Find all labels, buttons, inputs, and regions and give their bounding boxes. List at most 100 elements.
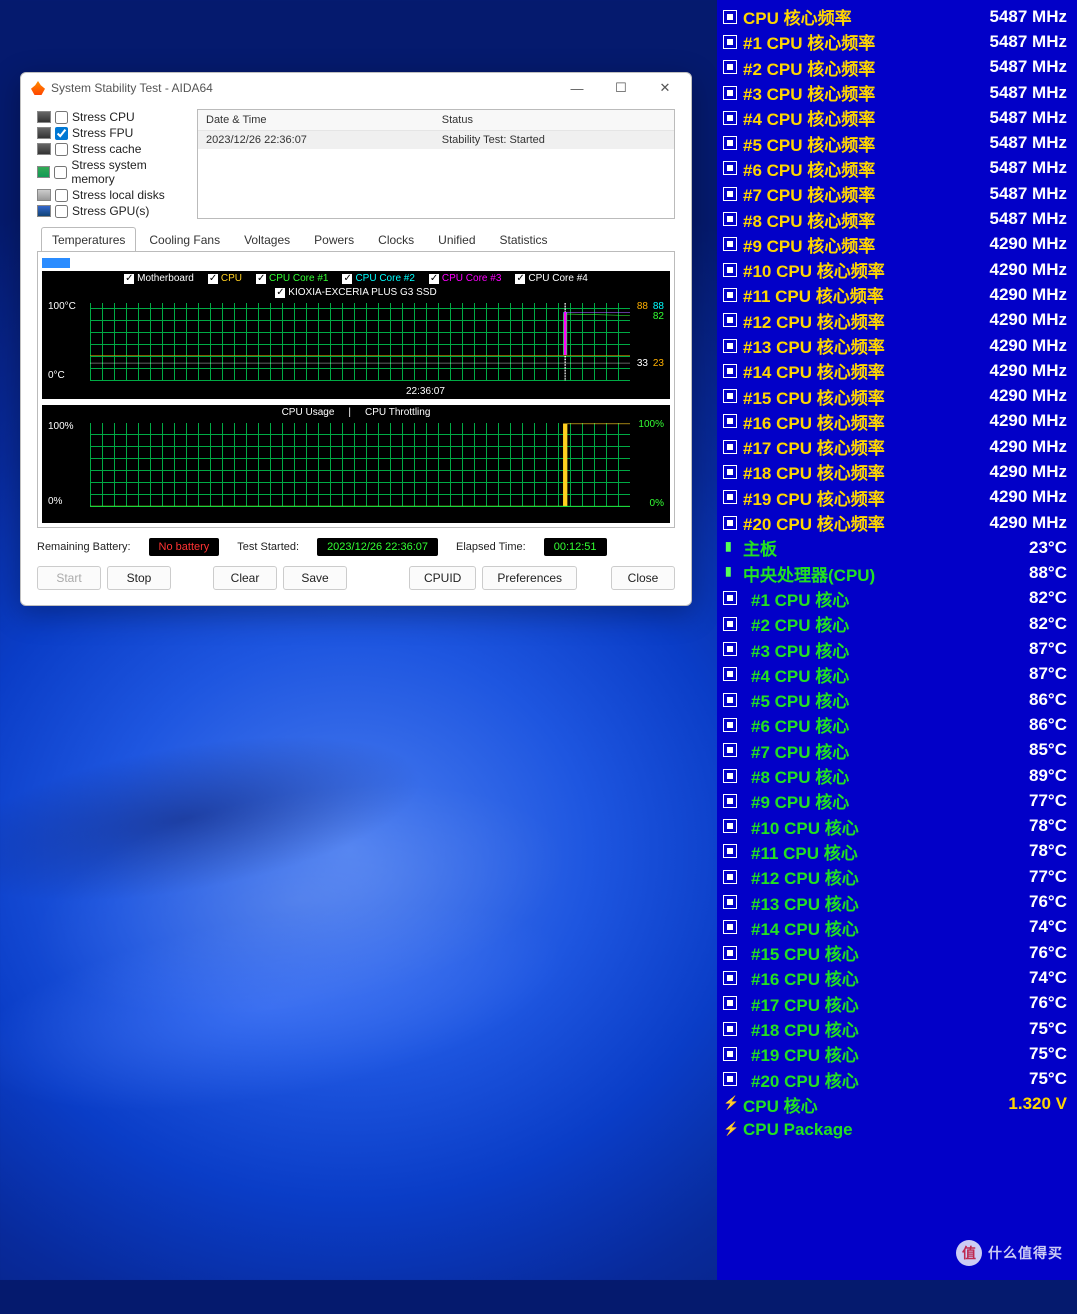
started-label: Test Started: (237, 541, 299, 553)
battery-value: No battery (149, 538, 220, 556)
chip-icon (723, 1022, 737, 1036)
log-row[interactable]: 2023/12/26 22:36:07Stability Test: Start… (198, 131, 674, 150)
bolt-icon (723, 1097, 737, 1111)
log-table: Date & Time Status 2023/12/26 22:36:07St… (197, 109, 675, 219)
core-temp-label: #20 CPU 核心 (743, 1067, 971, 1092)
stress-option-5[interactable]: Stress GPU(s) (37, 203, 187, 219)
tab-cooling-fans[interactable]: Cooling Fans (138, 227, 231, 252)
stress-checkbox[interactable] (55, 111, 68, 124)
tab-statistics[interactable]: Statistics (489, 227, 559, 252)
start-button[interactable]: Start (37, 566, 101, 590)
chip-icon (723, 364, 737, 378)
u-y-top: 100% (48, 421, 74, 432)
core-temp-value: 77°C (971, 791, 1067, 811)
freq-label: #7 CPU 核心频率 (743, 181, 971, 206)
stress-option-1[interactable]: Stress FPU (37, 125, 187, 141)
tab-powers[interactable]: Powers (303, 227, 365, 252)
freq-value: 4290 MHz (971, 411, 1067, 431)
close-button[interactable]: Close (611, 566, 675, 590)
u-r-top: 100% (638, 419, 664, 430)
stress-checkbox[interactable] (54, 166, 67, 179)
freq-value: 4290 MHz (971, 336, 1067, 356)
legend-checkbox[interactable] (342, 274, 352, 284)
preferences-button[interactable]: Preferences (482, 566, 577, 590)
r-23: 23 (653, 358, 664, 369)
maximize-button[interactable]: ☐ (599, 74, 643, 102)
freq-label: #18 CPU 核心频率 (743, 459, 971, 484)
clear-button[interactable]: Clear (213, 566, 277, 590)
sensor-row-freq: #19 CPU 核心频率 4290 MHz (721, 485, 1067, 510)
close-window-button[interactable]: ✕ (643, 74, 687, 102)
chip-icon (723, 996, 737, 1010)
tab-clocks[interactable]: Clocks (367, 227, 425, 252)
log-header-date[interactable]: Date & Time (198, 110, 434, 131)
tab-temperatures[interactable]: Temperatures (41, 227, 136, 252)
chip-icon (723, 60, 737, 74)
freq-label: #11 CPU 核心频率 (743, 282, 971, 307)
stress-option-3[interactable]: Stress system memory (37, 157, 187, 187)
chip-icon (723, 844, 737, 858)
sensor-row-freq: #4 CPU 核心频率 5487 MHz (721, 105, 1067, 130)
cpuid-button[interactable]: CPUID (409, 566, 476, 590)
legend-checkbox[interactable] (515, 274, 525, 284)
freq-value: 4290 MHz (971, 310, 1067, 330)
legend-label: CPU Core #4 (528, 273, 587, 284)
stress-checkbox[interactable] (55, 127, 68, 140)
chip-icon (723, 136, 737, 150)
stress-option-2[interactable]: Stress cache (37, 141, 187, 157)
stress-option-0[interactable]: Stress CPU (37, 109, 187, 125)
sensor-row-freq: #11 CPU 核心频率 4290 MHz (721, 282, 1067, 307)
minimize-button[interactable]: ― (555, 74, 599, 102)
option-icon (37, 189, 51, 201)
temp-icon (723, 541, 737, 555)
freq-value: 4290 MHz (971, 285, 1067, 305)
watermark-text: 什么值得买 (988, 1243, 1063, 1263)
freq-label: #1 CPU 核心频率 (743, 29, 971, 54)
tab-unified[interactable]: Unified (427, 227, 486, 252)
legend-checkbox[interactable] (208, 274, 218, 284)
legend-ssd: KIOXIA-EXCERIA PLUS G3 SSD (288, 287, 436, 298)
titlebar[interactable]: System Stability Test - AIDA64 ― ☐ ✕ (21, 73, 691, 103)
chip-icon (723, 313, 737, 327)
battery-label: Remaining Battery: (37, 541, 131, 553)
elapsed-label: Elapsed Time: (456, 541, 526, 553)
freq-value: 5487 MHz (971, 32, 1067, 52)
option-icon (37, 111, 51, 123)
volt-label: CPU 核心 (743, 1092, 971, 1117)
legend-label: CPU (221, 273, 242, 284)
legend-checkbox[interactable] (256, 274, 266, 284)
sensor-row-freq: #10 CPU 核心频率 4290 MHz (721, 257, 1067, 282)
save-button[interactable]: Save (283, 566, 347, 590)
started-value: 2023/12/26 22:36:07 (317, 538, 438, 556)
sensor-row-core-temp: #10 CPU 核心 78°C (721, 814, 1067, 839)
core-temp-label: #7 CPU 核心 (743, 738, 971, 763)
option-icon (37, 127, 51, 139)
legend-sep: | (348, 407, 351, 418)
stress-label: Stress FPU (72, 126, 133, 140)
legend-checkbox[interactable] (124, 274, 134, 284)
stop-button[interactable]: Stop (107, 566, 171, 590)
core-temp-label: #4 CPU 核心 (743, 662, 971, 687)
freq-label: #6 CPU 核心频率 (743, 156, 971, 181)
legend-checkbox[interactable] (429, 274, 439, 284)
stress-checkbox[interactable] (55, 143, 68, 156)
stress-option-4[interactable]: Stress local disks (37, 187, 187, 203)
core-temp-value: 87°C (971, 664, 1067, 684)
chip-icon (723, 743, 737, 757)
freq-label: #5 CPU 核心频率 (743, 131, 971, 156)
freq-value: 5487 MHz (971, 158, 1067, 178)
temp-label: 主板 (743, 535, 971, 560)
tab-voltages[interactable]: Voltages (233, 227, 301, 252)
log-header-status[interactable]: Status (434, 110, 674, 131)
stress-checkbox[interactable] (55, 189, 68, 202)
stress-label: Stress system memory (71, 158, 187, 186)
temperature-graph: MotherboardCPUCPU Core #1CPU Core #2CPU … (42, 271, 670, 399)
stress-label: Stress local disks (72, 188, 165, 202)
stress-checkbox[interactable] (55, 205, 68, 218)
core-temp-value: 74°C (971, 968, 1067, 988)
core-temp-value: 75°C (971, 1044, 1067, 1064)
sensor-row-core-temp: #14 CPU 核心 74°C (721, 915, 1067, 940)
legend-label: Motherboard (137, 273, 194, 284)
freq-label: #17 CPU 核心频率 (743, 434, 971, 459)
window-title: System Stability Test - AIDA64 (51, 81, 213, 95)
